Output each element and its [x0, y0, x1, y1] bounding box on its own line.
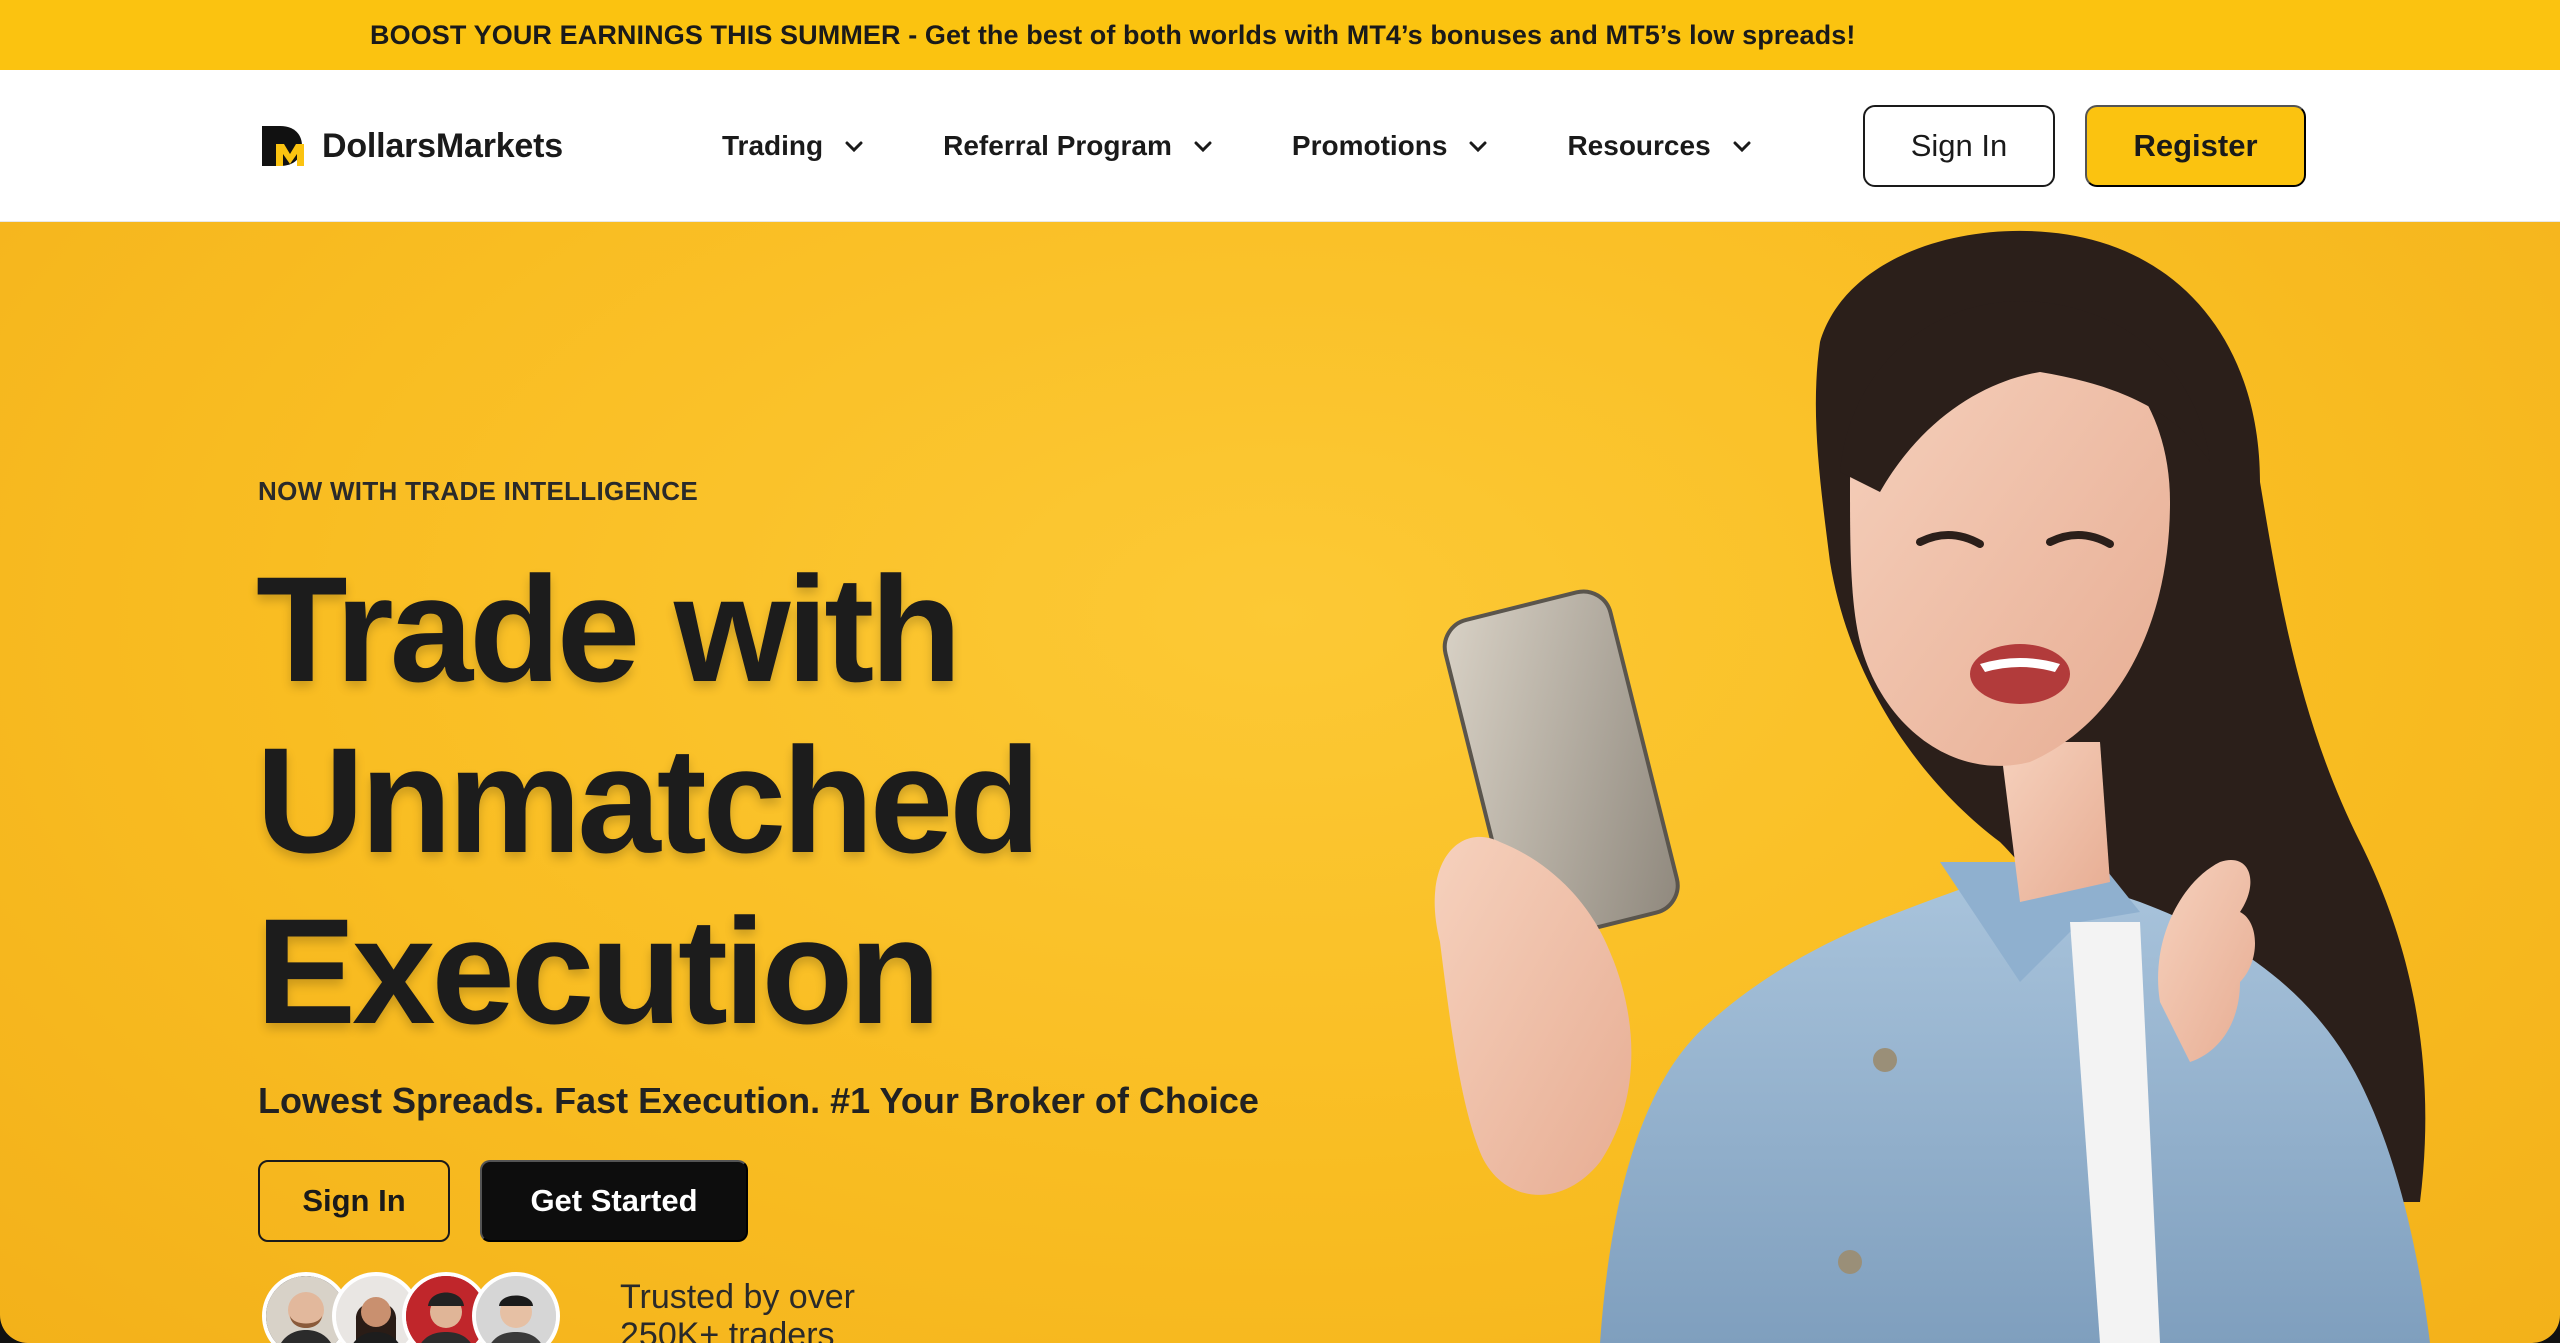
brand-logo[interactable]: DollarsMarkets	[260, 122, 563, 170]
dm-logo-icon	[260, 122, 314, 170]
nav-item-label: Resources	[1567, 130, 1711, 161]
promo-banner: BOOST YOUR EARNINGS THIS SUMMER - Get th…	[0, 0, 2560, 70]
trusted-line: 250K+ traders	[620, 1316, 835, 1343]
chevron-down-icon	[1469, 140, 1487, 153]
top-navbar: DollarsMarkets Trading Referral Program …	[0, 70, 2560, 222]
headline-line: Execution	[256, 887, 941, 1055]
trusted-by-text: Trusted by over 250K+ traders	[620, 1278, 855, 1343]
chevron-down-icon	[845, 140, 863, 153]
avatar	[472, 1272, 560, 1343]
nav-item-resources[interactable]: Resources	[1567, 130, 1751, 162]
nav-item-label: Trading	[722, 130, 824, 161]
hero-subheadline: Lowest Spreads. Fast Execution. #1 Your …	[258, 1080, 1259, 1121]
hero-eyebrow: NOW WITH TRADE INTELLIGENCE	[258, 476, 698, 506]
register-button[interactable]: Register	[2085, 105, 2306, 187]
trader-avatars	[262, 1272, 582, 1343]
nav-item-label: Referral Program	[943, 130, 1172, 161]
trusted-line: Trusted by over	[620, 1278, 855, 1316]
headline-line: Trade with	[256, 545, 962, 713]
sign-in-button[interactable]: Sign In	[1863, 105, 2055, 187]
nav-item-label: Promotions	[1291, 130, 1448, 161]
brand-name: DollarsMarkets	[322, 126, 563, 165]
hero-woman-with-phone-image	[1380, 222, 2560, 1343]
chevron-down-icon	[1194, 140, 1212, 153]
headline-line: Unmatched	[256, 716, 1041, 884]
nav-item-promotions[interactable]: Promotions	[1292, 130, 1488, 162]
nav-item-trading[interactable]: Trading	[722, 130, 863, 162]
main-nav: Trading Referral Program Promotions Reso…	[722, 70, 1831, 222]
get-started-button[interactable]: Get Started	[480, 1160, 748, 1242]
nav-item-referral-program[interactable]: Referral Program	[943, 130, 1212, 162]
hero-headline: Trade with Unmatched Execution	[256, 544, 1041, 1057]
chevron-down-icon	[1733, 140, 1751, 153]
hero-sign-in-button[interactable]: Sign In	[258, 1160, 450, 1242]
promo-text: BOOST YOUR EARNINGS THIS SUMMER - Get th…	[370, 19, 1856, 50]
hero-section: NOW WITH TRADE INTELLIGENCE Trade with U…	[0, 222, 2560, 1343]
